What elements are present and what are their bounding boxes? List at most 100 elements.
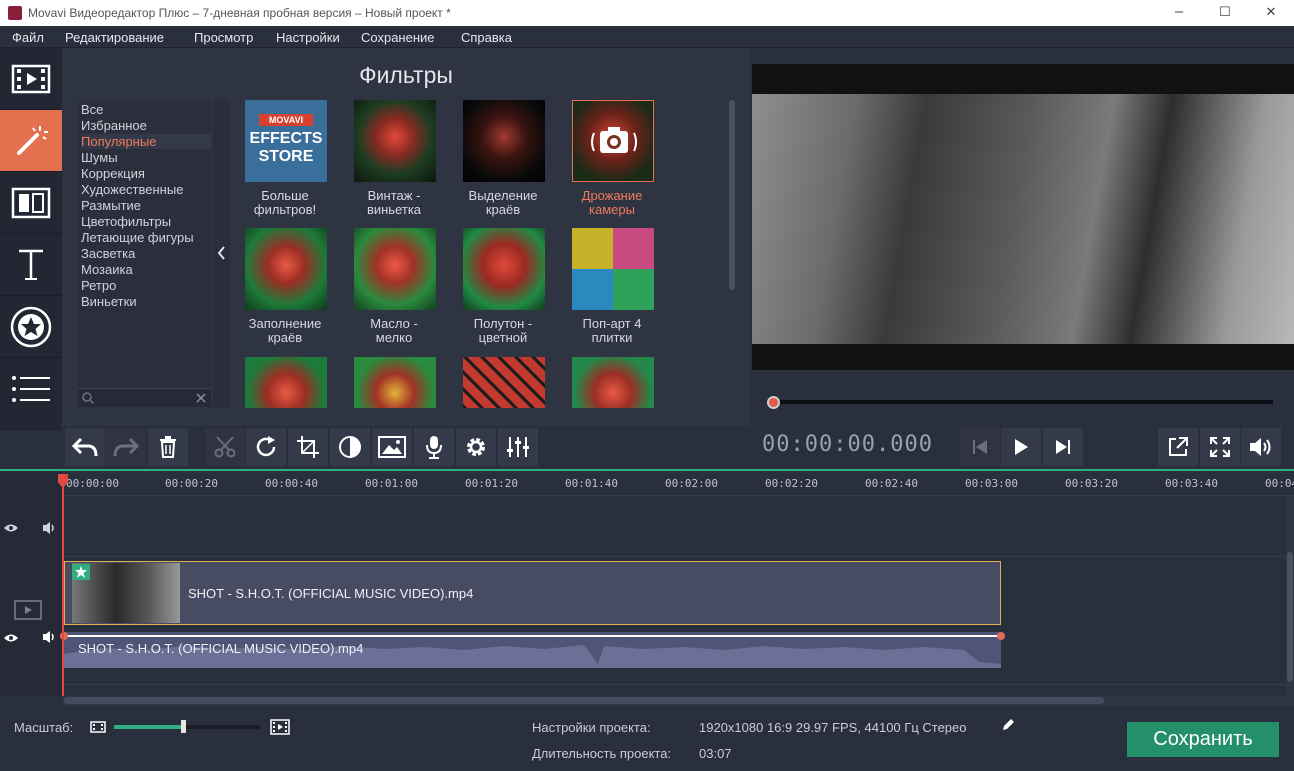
- detach-preview-button[interactable]: [1158, 428, 1198, 466]
- import-media-button[interactable]: [0, 48, 62, 110]
- cut-button[interactable]: [205, 428, 245, 466]
- maximize-button[interactable]: ☐: [1202, 0, 1248, 26]
- category-item[interactable]: Засветка: [81, 246, 135, 261]
- category-item[interactable]: Коррекция: [81, 166, 145, 181]
- category-item[interactable]: Все: [81, 102, 103, 117]
- category-item[interactable]: Цветофильтры: [81, 214, 171, 229]
- menu-settings[interactable]: Настройки: [276, 30, 340, 45]
- menu-export[interactable]: Сохранение: [361, 30, 435, 45]
- category-search-input[interactable]: [78, 388, 211, 407]
- seek-bar[interactable]: [770, 400, 1273, 404]
- vertical-scroll-thumb[interactable]: [1287, 552, 1293, 682]
- timeline-ruler[interactable]: 00:00:00 00:00:20 00:00:40 00:01:00 00:0…: [62, 471, 1294, 496]
- save-button[interactable]: Сохранить: [1127, 722, 1279, 757]
- equalizer-icon: [507, 437, 529, 457]
- zoom-in-icon[interactable]: [270, 719, 290, 735]
- filter-label: Выделение краёв: [468, 188, 538, 217]
- panel-title: Фильтры: [359, 62, 453, 88]
- filter-label: Заполнение краёв: [248, 316, 322, 345]
- menu-help[interactable]: Справка: [461, 30, 512, 45]
- skip-forward-icon: [1056, 440, 1070, 454]
- minimize-button[interactable]: –: [1156, 0, 1202, 26]
- category-item[interactable]: Мозаика: [81, 262, 133, 277]
- seek-handle[interactable]: [767, 396, 780, 409]
- filter-edge-detect-tile[interactable]: [463, 100, 545, 182]
- star-icon: [75, 566, 87, 578]
- window-title: Movavi Видеоредактор Плюс – 7-дневная пр…: [28, 6, 451, 20]
- category-item[interactable]: Летающие фигуры: [81, 230, 194, 245]
- horizontal-scroll-thumb[interactable]: [64, 697, 1104, 704]
- timecode-display: 00:00:00.000: [762, 432, 933, 457]
- camera-icon: [591, 127, 637, 153]
- category-item[interactable]: Избранное: [81, 118, 147, 133]
- record-voice-button[interactable]: [414, 428, 454, 466]
- category-item-selected[interactable]: Популярные: [81, 134, 211, 149]
- previous-frame-button[interactable]: [960, 428, 1000, 466]
- filter-vintage-vignette-tile[interactable]: [354, 100, 436, 182]
- menu-edit[interactable]: Редактирование: [65, 30, 164, 45]
- menu-file[interactable]: Файл: [12, 30, 44, 45]
- filters-scrollbar[interactable]: [729, 100, 735, 290]
- filter-label: Больше фильтров!: [253, 188, 317, 217]
- next-frame-button[interactable]: [1043, 428, 1083, 466]
- redo-button[interactable]: [106, 428, 146, 466]
- menu-bar: Файл Редактирование Просмотр Настройки С…: [0, 26, 1294, 48]
- filter-tile[interactable]: [463, 357, 545, 408]
- titles-button[interactable]: [0, 234, 62, 296]
- volume-keyframe[interactable]: [997, 632, 1005, 640]
- filters-button[interactable]: [0, 110, 62, 172]
- scissors-icon: [214, 436, 236, 458]
- category-item[interactable]: Виньетки: [81, 294, 137, 309]
- search-icon: [82, 392, 94, 404]
- delete-button[interactable]: [148, 428, 188, 466]
- filter-popart-tile[interactable]: [572, 228, 654, 310]
- clear-icon[interactable]: [196, 393, 206, 403]
- pencil-icon[interactable]: [1001, 718, 1015, 732]
- filter-oil-fine-tile[interactable]: [354, 228, 436, 310]
- track-headers: [0, 471, 62, 696]
- playhead[interactable]: [62, 474, 64, 696]
- close-button[interactable]: ✕: [1248, 0, 1294, 26]
- menu-view[interactable]: Просмотр: [194, 30, 253, 45]
- eye-icon[interactable]: [3, 523, 19, 533]
- play-button[interactable]: [1001, 428, 1041, 466]
- zoom-out-icon[interactable]: [90, 720, 106, 734]
- filter-halftone-color-tile[interactable]: [463, 228, 545, 310]
- video-frame: [752, 94, 1294, 344]
- filter-fill-edges-tile[interactable]: [245, 228, 327, 310]
- speaker-icon[interactable]: [42, 630, 58, 644]
- project-duration-value: 03:07: [699, 746, 732, 761]
- category-item[interactable]: Ретро: [81, 278, 116, 293]
- store-brand: MOVAVI: [259, 114, 313, 126]
- ruler-tick: 00:02:40: [865, 477, 918, 490]
- filter-tile[interactable]: [572, 357, 654, 408]
- left-toolbar: [0, 48, 62, 431]
- speaker-icon[interactable]: [42, 521, 58, 535]
- category-item[interactable]: Художественные: [81, 182, 183, 197]
- zoom-slider-handle[interactable]: [181, 720, 186, 733]
- fullscreen-button[interactable]: [1200, 428, 1240, 466]
- effects-store-tile[interactable]: MOVAVI EFFECTS STORE: [245, 100, 327, 182]
- more-tools-button[interactable]: [0, 358, 62, 420]
- undo-button[interactable]: [65, 428, 105, 466]
- audio-mixer-button[interactable]: [498, 428, 538, 466]
- clip-properties-button[interactable]: [456, 428, 496, 466]
- transitions-button[interactable]: [0, 172, 62, 234]
- filter-camera-shake-tile[interactable]: [572, 100, 654, 182]
- stickers-button[interactable]: [0, 296, 62, 358]
- volume-line[interactable]: [64, 635, 1001, 637]
- collapse-categories-button[interactable]: [213, 100, 230, 408]
- volume-button[interactable]: [1241, 428, 1281, 466]
- clip-effect-badge[interactable]: [72, 564, 90, 580]
- category-item[interactable]: Шумы: [81, 150, 118, 165]
- rotate-button[interactable]: [246, 428, 286, 466]
- color-adjust-button[interactable]: [330, 428, 370, 466]
- category-item[interactable]: Размытие: [81, 198, 141, 213]
- slideshow-button[interactable]: [372, 428, 412, 466]
- eye-icon[interactable]: [3, 633, 19, 643]
- crop-button[interactable]: [288, 428, 328, 466]
- chevron-left-icon: [217, 246, 225, 260]
- project-duration-label: Длительность проекта:: [532, 746, 672, 761]
- filter-tile[interactable]: [245, 357, 327, 408]
- filter-tile[interactable]: [354, 357, 436, 408]
